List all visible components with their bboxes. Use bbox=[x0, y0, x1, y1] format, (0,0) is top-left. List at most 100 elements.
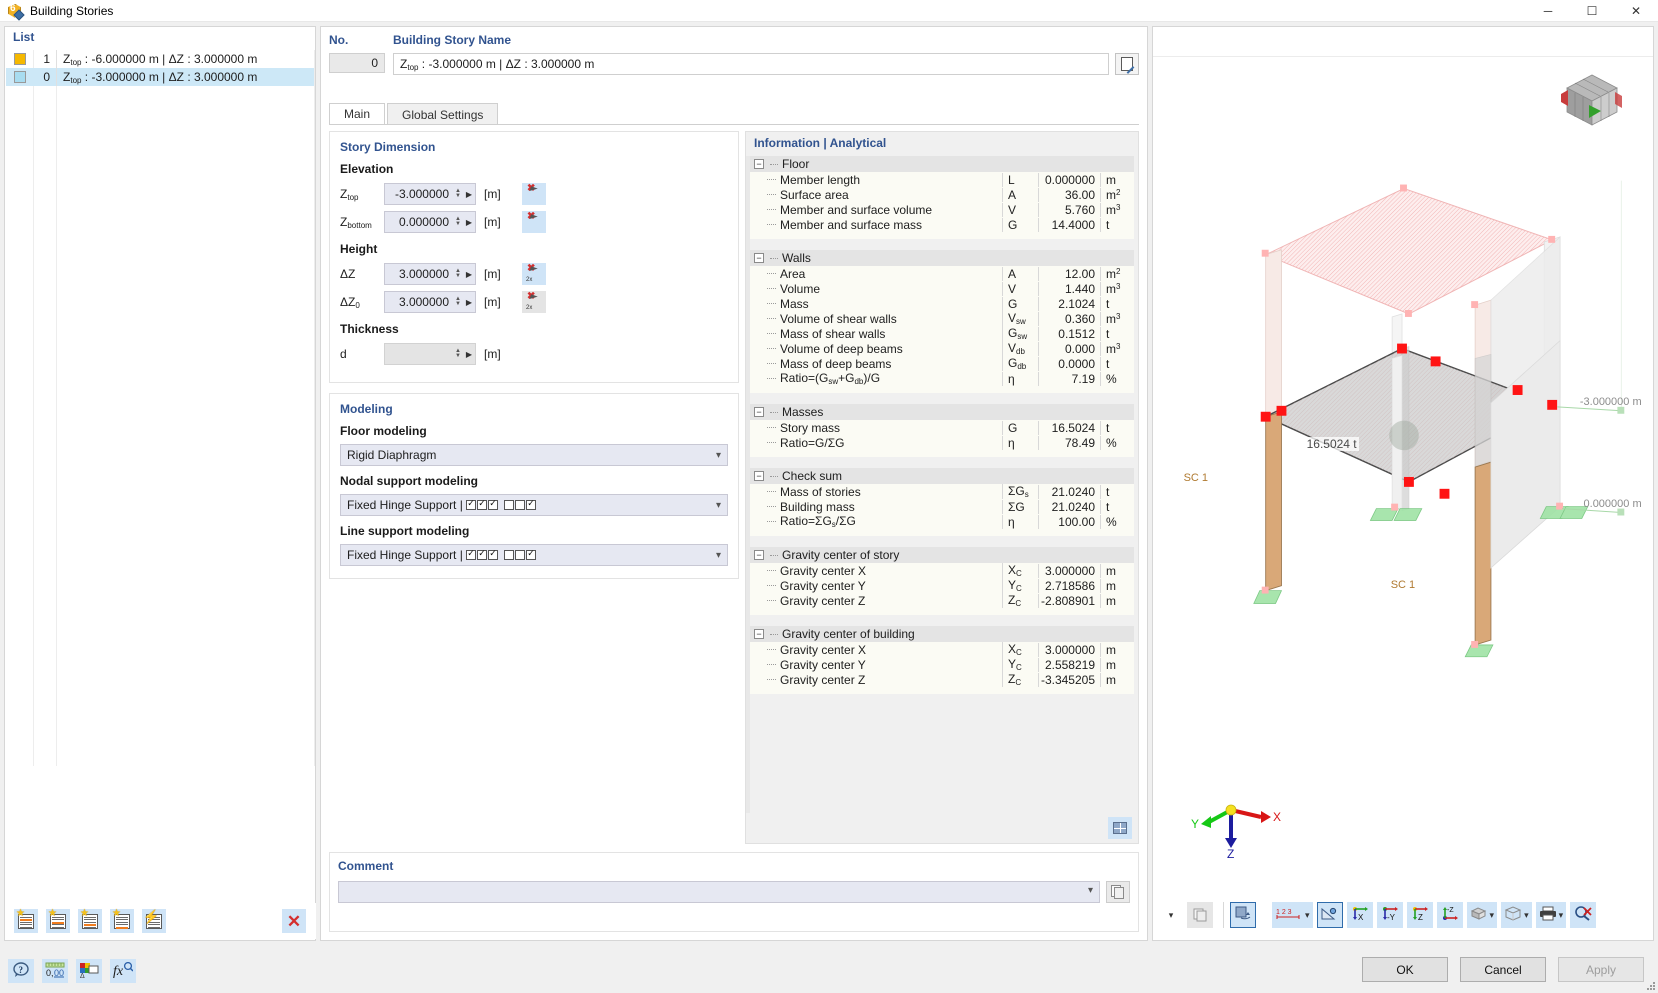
info-group-header[interactable]: − Gravity center of story bbox=[750, 547, 1134, 563]
info-row-unit: m bbox=[1100, 672, 1134, 687]
reset-zoom-button[interactable] bbox=[1570, 902, 1597, 928]
pick-dz-button[interactable]: ✖ 2x bbox=[522, 263, 546, 285]
view-in-y-button[interactable]: -Y bbox=[1376, 902, 1403, 928]
chevron-right-icon[interactable]: ▶ bbox=[463, 298, 475, 307]
chevron-down-icon[interactable]: ▾ bbox=[1490, 910, 1495, 921]
axis-x-icon: X bbox=[1350, 906, 1369, 925]
minimize-button[interactable]: ─ bbox=[1526, 0, 1570, 22]
chevron-down-icon[interactable]: ▾ bbox=[1559, 910, 1564, 921]
view-in-z-button[interactable]: Z bbox=[1406, 902, 1433, 928]
support-checkbox[interactable] bbox=[477, 498, 488, 510]
ok-button[interactable]: OK bbox=[1362, 957, 1448, 982]
formula-button[interactable]: fx bbox=[110, 959, 136, 983]
nodal-support-modeling-select[interactable]: Fixed Hinge Support | ▾ bbox=[340, 494, 728, 516]
support-checkbox[interactable] bbox=[488, 548, 499, 560]
info-row-symbol: ZC bbox=[1002, 593, 1038, 608]
resize-grip[interactable] bbox=[1644, 979, 1656, 991]
support-checkbox[interactable] bbox=[504, 500, 515, 510]
tab-global-settings[interactable]: Global Settings bbox=[387, 103, 499, 125]
chevron-down-icon[interactable]: ▾ bbox=[1305, 910, 1310, 921]
model-viewport[interactable]: 16.5024 t SC 1 SC 1 -3.000000 m 0.000000… bbox=[1157, 58, 1649, 892]
print-button[interactable]: ▾ bbox=[1535, 902, 1567, 928]
wireframe-button[interactable]: ▾ bbox=[1501, 902, 1532, 928]
support-checkbox[interactable] bbox=[477, 548, 488, 560]
spinner-arrows-icon[interactable]: ▲ ▼ bbox=[453, 216, 463, 227]
field-spinner[interactable]: 3.000000 ▲ ▼ ▶ bbox=[384, 291, 476, 313]
new-story-bottom-button[interactable]: ★ bbox=[110, 909, 134, 933]
render-toggle-button[interactable] bbox=[1230, 902, 1256, 928]
chevron-down-icon: ▾ bbox=[715, 499, 721, 511]
info-row-unit: % bbox=[1100, 435, 1134, 450]
spinner-arrows-icon[interactable]: ▲ ▼ bbox=[453, 348, 463, 359]
info-group-header[interactable]: − Gravity center of building bbox=[750, 626, 1134, 642]
chevron-right-icon[interactable]: ▶ bbox=[463, 190, 475, 199]
new-story-middle-button[interactable]: ★ bbox=[46, 909, 70, 933]
collapse-icon[interactable]: − bbox=[754, 550, 764, 560]
support-checkbox[interactable] bbox=[526, 548, 537, 560]
collapse-icon[interactable]: − bbox=[754, 629, 764, 639]
chevron-right-icon[interactable]: ▶ bbox=[463, 218, 475, 227]
view-in-negative-z-button[interactable]: -Z bbox=[1436, 902, 1463, 928]
view-in-x-button[interactable]: X bbox=[1346, 902, 1373, 928]
collapse-icon[interactable]: − bbox=[754, 471, 764, 481]
story-name-input[interactable]: Ztop : -3.000000 m | ΔZ : 3.000000 m bbox=[393, 53, 1109, 75]
comment-input[interactable]: ▾ bbox=[338, 881, 1100, 903]
story-list-item[interactable]: 0 Ztop : -3.000000 m | ΔZ : 3.000000 m bbox=[6, 68, 314, 86]
info-row-value: 0.360 bbox=[1038, 311, 1100, 326]
window-controls: ─ ☐ ✕ bbox=[1526, 0, 1658, 22]
numbering-button[interactable]: 1 2 3 ▾ bbox=[1272, 902, 1313, 928]
tab-main[interactable]: Main bbox=[329, 103, 386, 125]
new-story-above-button[interactable]: ★ bbox=[14, 909, 38, 933]
new-story-below-button[interactable]: ★ bbox=[78, 909, 102, 933]
chevron-right-icon[interactable]: ▶ bbox=[463, 270, 475, 279]
info-row-name: Mass bbox=[780, 296, 809, 311]
info-row: Volume of deep beams Vdb 0.000 m3 bbox=[750, 341, 1134, 356]
info-row-symbol: A bbox=[1002, 187, 1038, 202]
field-spinner[interactable]: 3.000000 ▲ ▼ ▶ bbox=[384, 263, 476, 285]
generate-stories-button[interactable]: ⚡ bbox=[142, 909, 166, 933]
elevation-label-top: -3.000000 m bbox=[1579, 395, 1642, 408]
support-checkbox[interactable] bbox=[526, 498, 537, 510]
delete-story-button[interactable]: ✕ bbox=[282, 909, 306, 933]
support-checkbox[interactable] bbox=[466, 498, 477, 510]
display-properties-button[interactable]: Δ bbox=[76, 959, 102, 983]
copy-view-button[interactable] bbox=[1187, 902, 1213, 928]
field-spinner[interactable]: -3.000000 ▲ ▼ ▶ bbox=[384, 183, 476, 205]
support-checkbox[interactable] bbox=[515, 550, 526, 560]
info-group-header[interactable]: − Check sum bbox=[750, 468, 1134, 484]
chevron-down-icon[interactable]: ▾ bbox=[1524, 910, 1529, 921]
story-list-item[interactable]: 1 Ztop : -6.000000 m | ΔZ : 3.000000 m bbox=[6, 50, 314, 68]
info-group-header[interactable]: − Floor bbox=[750, 156, 1134, 172]
cancel-button[interactable]: Cancel bbox=[1460, 957, 1546, 982]
support-checkbox[interactable] bbox=[488, 498, 499, 510]
pick-ztop-button[interactable]: ✖ bbox=[522, 183, 546, 205]
support-checkbox[interactable] bbox=[504, 550, 515, 560]
view-cube-gizmo[interactable] bbox=[1561, 72, 1623, 130]
edit-name-button[interactable] bbox=[1115, 53, 1139, 75]
spinner-arrows-icon[interactable]: ▲ ▼ bbox=[453, 296, 463, 307]
spinner-arrows-icon[interactable]: ▲ ▼ bbox=[453, 268, 463, 279]
help-button[interactable]: ? bbox=[8, 959, 34, 983]
chevron-right-icon[interactable]: ▶ bbox=[463, 350, 475, 359]
line-support-modeling-select[interactable]: Fixed Hinge Support | ▾ bbox=[340, 544, 728, 566]
apply-button[interactable]: Apply bbox=[1558, 957, 1644, 982]
render-mode-button[interactable]: ▾ bbox=[1466, 902, 1498, 928]
collapse-icon[interactable]: − bbox=[754, 253, 764, 263]
info-table-button[interactable] bbox=[1108, 817, 1132, 839]
support-checkbox[interactable] bbox=[466, 548, 477, 560]
pick-zbottom-button[interactable]: ✖ bbox=[522, 211, 546, 233]
info-group-header[interactable]: − Walls bbox=[750, 250, 1134, 266]
units-button[interactable]: 0, 00 bbox=[42, 959, 68, 983]
collapse-icon[interactable]: − bbox=[754, 159, 764, 169]
field-spinner[interactable]: 0.000000 ▲ ▼ ▶ bbox=[384, 211, 476, 233]
collapse-icon[interactable]: − bbox=[754, 407, 764, 417]
info-group-header[interactable]: − Masses bbox=[750, 404, 1134, 420]
comment-copy-button[interactable] bbox=[1106, 881, 1130, 903]
viewport-chevron-button[interactable]: ▾ bbox=[1157, 902, 1183, 928]
close-button[interactable]: ✕ bbox=[1614, 0, 1658, 22]
spinner-arrows-icon[interactable]: ▲ ▼ bbox=[453, 188, 463, 199]
measure-button[interactable] bbox=[1316, 902, 1343, 928]
maximize-button[interactable]: ☐ bbox=[1570, 0, 1614, 22]
floor-modeling-select[interactable]: Rigid Diaphragm ▾ bbox=[340, 444, 728, 466]
support-checkbox[interactable] bbox=[515, 500, 526, 510]
